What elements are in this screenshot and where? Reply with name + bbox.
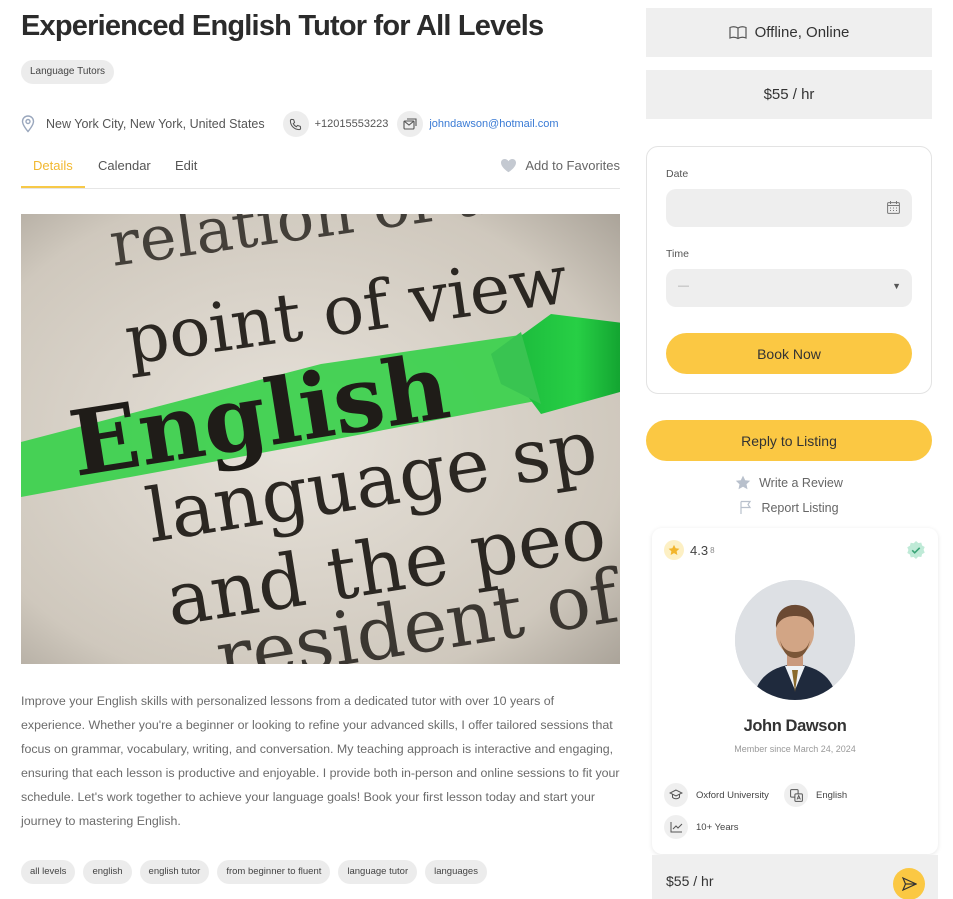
favorites-label: Add to Favorites [525, 158, 620, 173]
flag-icon [740, 500, 752, 514]
owner-name[interactable]: John Dawson [652, 717, 938, 736]
tag-item[interactable]: all levels [21, 860, 76, 884]
language-text: English [816, 789, 848, 801]
email-icon [397, 111, 424, 137]
star-icon [735, 475, 751, 490]
book-now-button[interactable]: Book Now [666, 333, 912, 374]
experience-text: 10+ Years [696, 821, 739, 833]
tag-item[interactable]: english tutor [139, 860, 210, 884]
listing-description: Improve your English skills with persona… [21, 694, 620, 828]
booking-form: Date Time — ▼ Book Now [646, 146, 932, 394]
tab-details[interactable]: Details [33, 158, 73, 173]
education-chip: Oxford University [664, 783, 769, 807]
listing-hero-image: relation of th point of view English lan… [21, 214, 620, 664]
time-select[interactable]: — ▼ [666, 269, 912, 307]
category-badge[interactable]: Language Tutors [21, 60, 115, 84]
time-value: — [678, 280, 689, 292]
rating-star-icon [664, 540, 684, 560]
phone-contact[interactable]: +12015553223 [282, 111, 389, 137]
experience-chip: 10+ Years [664, 815, 739, 839]
owner-price-bar: $55 / hr [652, 855, 938, 899]
rating-count: 8 [710, 545, 715, 555]
location-text: New York City, New York, United States [46, 117, 265, 131]
session-mode-text: Offline, Online [754, 24, 850, 41]
write-review-label: Write a Review [759, 475, 843, 490]
price-box: $55 / hr [646, 70, 932, 119]
tab-edit[interactable]: Edit [175, 158, 197, 173]
report-listing-link[interactable]: Report Listing [646, 500, 932, 515]
contact-row: New York City, New York, United States +… [21, 110, 559, 138]
send-icon [901, 877, 917, 891]
tab-calendar[interactable]: Calendar [98, 158, 151, 173]
owner-price: $55 / hr [666, 873, 714, 889]
add-to-favorites-button[interactable]: Add to Favorites [500, 158, 620, 173]
tag-item[interactable]: english [83, 860, 132, 884]
member-since: Member since March 24, 2024 [734, 744, 856, 754]
language-chip: English [784, 783, 847, 807]
owner-rating: 4.3 8 [664, 540, 715, 560]
price-text: $55 / hr [763, 86, 815, 103]
chart-icon [664, 815, 688, 839]
email-address[interactable]: johndawson@hotmail.com [429, 118, 558, 130]
heart-icon [501, 159, 517, 173]
reply-to-listing-button[interactable]: Reply to Listing [646, 420, 932, 461]
date-picker[interactable] [666, 189, 912, 227]
tag-item[interactable]: language tutor [338, 860, 418, 884]
time-label: Time [666, 248, 689, 260]
phone-icon [282, 111, 309, 137]
owner-avatar[interactable] [735, 580, 855, 700]
owner-card: 4.3 8 John Dawson Member since March 24,… [652, 528, 938, 854]
report-listing-label: Report Listing [761, 500, 839, 515]
tag-item[interactable]: languages [425, 860, 487, 884]
education-text: Oxford University [696, 789, 769, 801]
location-pin-icon [21, 115, 35, 133]
session-mode-box: Offline, Online [646, 8, 932, 57]
date-label: Date [666, 168, 689, 180]
chevron-down-icon: ▼ [892, 281, 901, 291]
active-tab-indicator [21, 186, 85, 188]
write-review-link[interactable]: Write a Review [646, 475, 932, 490]
translate-icon [784, 783, 808, 807]
listing-title: Experienced English Tutor for All Levels [21, 10, 544, 42]
tag-item[interactable]: from beginner to fluent [217, 860, 331, 884]
verified-badge-icon [906, 540, 926, 565]
tag-list: all levels english english tutor from be… [21, 860, 487, 884]
email-contact[interactable]: johndawson@hotmail.com [397, 111, 559, 137]
send-message-button[interactable] [893, 868, 925, 899]
rating-value: 4.3 [690, 542, 709, 558]
listing-tabs: Details Calendar Edit Add to Favorites [21, 150, 620, 189]
book-icon [729, 26, 747, 40]
phone-number[interactable]: +12015553223 [315, 118, 389, 130]
graduation-cap-icon [664, 783, 688, 807]
calendar-icon [887, 201, 900, 214]
